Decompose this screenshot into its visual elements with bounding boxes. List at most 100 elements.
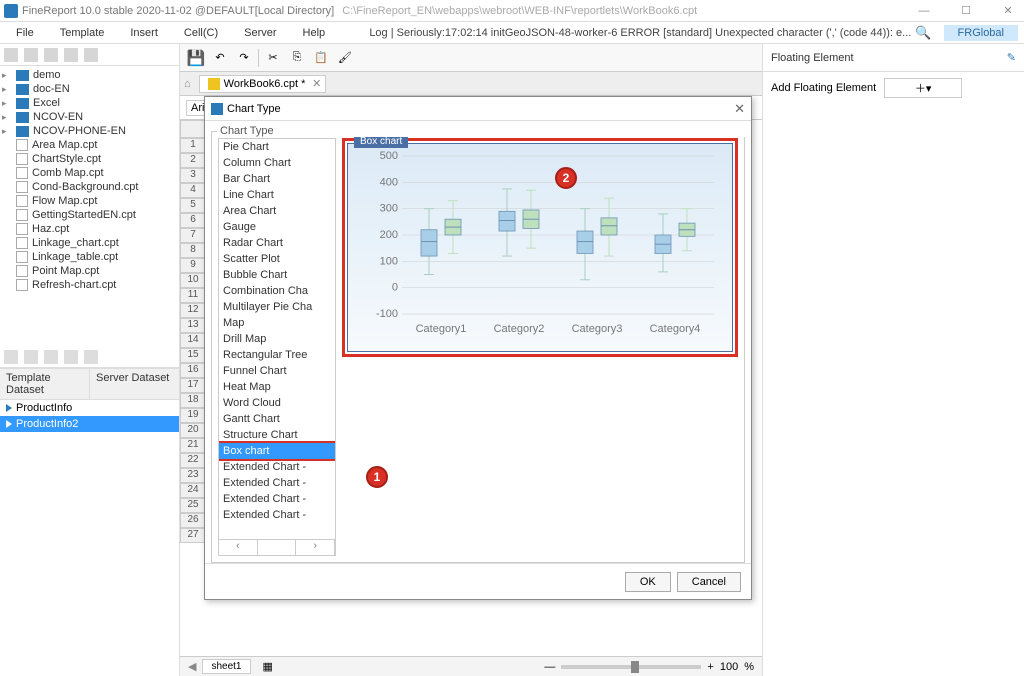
folder-icon[interactable]	[44, 48, 58, 62]
menu-template[interactable]: Template	[50, 25, 115, 41]
tree-file[interactable]: Area Map.cpt	[0, 138, 179, 152]
remove-icon[interactable]	[44, 350, 58, 364]
menu-help[interactable]: Help	[293, 25, 336, 41]
sheet-nav-prev-icon[interactable]: ◀	[188, 660, 196, 673]
sheet-tab[interactable]: sheet1	[202, 659, 250, 674]
frglobal-button[interactable]: FRGlobal	[944, 25, 1018, 41]
tabs-menu-icon[interactable]: ⌂	[180, 78, 195, 90]
chart-type-option[interactable]: Extended Chart -	[219, 459, 335, 475]
close-window-button[interactable]: ✕	[996, 1, 1020, 21]
chart-type-option[interactable]: Gauge	[219, 219, 335, 235]
chart-type-option[interactable]: Extended Chart -	[219, 475, 335, 491]
add-icon[interactable]	[4, 350, 18, 364]
tree-file[interactable]: Point Map.cpt	[0, 264, 179, 278]
tree-file[interactable]: GettingStartedEN.cpt	[0, 208, 179, 222]
tree-file[interactable]: Flow Map.cpt	[0, 194, 179, 208]
chart-type-option[interactable]: Box chart	[219, 443, 335, 459]
search-icon[interactable]: 🔍	[915, 25, 931, 41]
refresh-icon[interactable]	[84, 48, 98, 62]
dataset-item[interactable]: ProductInfo	[0, 400, 179, 416]
left-panel: ▸demo ▸doc-EN ▸Excel ▸NCOV-EN ▸NCOV-PHON…	[0, 44, 180, 676]
tree-file[interactable]: Linkage_chart.cpt	[0, 236, 179, 250]
menu-server[interactable]: Server	[234, 25, 286, 41]
chart-type-option[interactable]: Multilayer Pie Cha	[219, 299, 335, 315]
chart-type-option[interactable]: Extended Chart -	[219, 491, 335, 507]
template-dataset-tab[interactable]: Template Dataset	[0, 369, 90, 399]
chart-type-option[interactable]: Gantt Chart	[219, 411, 335, 427]
chart-type-option[interactable]: Line Chart	[219, 187, 335, 203]
app-title: FineReport 10.0 stable 2020-11-02 @DEFAU…	[22, 5, 334, 17]
svg-text:Category3: Category3	[572, 323, 623, 335]
maximize-button[interactable]: ☐	[954, 1, 978, 21]
chart-type-option[interactable]: Pie Chart	[219, 139, 335, 155]
ok-button[interactable]: OK	[625, 572, 671, 592]
chart-type-option[interactable]: Scatter Plot	[219, 251, 335, 267]
server-dataset-tab[interactable]: Server Dataset	[90, 369, 179, 399]
add-floating-button[interactable]: ＋▾	[884, 78, 962, 98]
tree-folder[interactable]: ▸Excel	[0, 96, 179, 110]
chart-type-option[interactable]: Combination Cha	[219, 283, 335, 299]
chart-type-option[interactable]: Funnel Chart	[219, 363, 335, 379]
paste2-icon[interactable]: 📋	[311, 48, 331, 68]
svg-text:Category1: Category1	[416, 323, 467, 335]
chart-type-option[interactable]: Heat Map	[219, 379, 335, 395]
svg-text:-100: -100	[376, 308, 398, 320]
open-icon[interactable]	[24, 48, 38, 62]
minimize-button[interactable]: —	[912, 1, 936, 21]
zoom-unit: %	[744, 661, 754, 673]
copy2-icon[interactable]: ⎘	[287, 48, 307, 68]
chart-type-option[interactable]: Structure Chart	[219, 427, 335, 443]
project-toolbar	[0, 44, 179, 66]
menu-insert[interactable]: Insert	[120, 25, 168, 41]
delete-icon[interactable]	[64, 48, 78, 62]
chart-type-option[interactable]: Column Chart	[219, 155, 335, 171]
brush-icon[interactable]: 🖌	[335, 48, 355, 68]
chart-type-option[interactable]: Map	[219, 315, 335, 331]
dataset-item-selected[interactable]: ProductInfo2	[0, 416, 179, 432]
edit-pencil-icon[interactable]: ✎	[1007, 51, 1016, 64]
chart-type-option[interactable]: Bar Chart	[219, 171, 335, 187]
tree-file[interactable]: ChartStyle.cpt	[0, 152, 179, 166]
close-tab-icon[interactable]: ✕	[312, 77, 321, 90]
new-icon[interactable]	[4, 48, 18, 62]
menu-bar: File Template Insert Cell(C) Server Help…	[0, 22, 1024, 44]
tree-folder[interactable]: ▸NCOV-EN	[0, 110, 179, 124]
tree-file[interactable]: Refresh-chart.cpt	[0, 278, 179, 292]
tree-file[interactable]: Cond-Background.cpt	[0, 180, 179, 194]
zoom-slider[interactable]	[561, 665, 701, 669]
list-scrollbar[interactable]: ‹›	[219, 539, 335, 555]
chart-type-option[interactable]: Drill Map	[219, 331, 335, 347]
svg-text:400: 400	[380, 176, 398, 188]
tree-file[interactable]: Haz.cpt	[0, 222, 179, 236]
chart-type-option[interactable]: Extended Chart -	[219, 507, 335, 523]
chart-type-option[interactable]: Rectangular Tree	[219, 347, 335, 363]
tree-folder[interactable]: ▸NCOV-PHONE-EN	[0, 124, 179, 138]
tree-file[interactable]: Linkage_table.cpt	[0, 250, 179, 264]
menu-file[interactable]: File	[6, 25, 44, 41]
dialog-title-bar[interactable]: Chart Type ✕	[205, 97, 751, 121]
file-tab[interactable]: WorkBook6.cpt * ✕	[199, 75, 327, 93]
svg-text:0: 0	[392, 282, 398, 294]
tree-folder[interactable]: ▸doc-EN	[0, 82, 179, 96]
chart-type-option[interactable]: Word Cloud	[219, 395, 335, 411]
dialog-close-icon[interactable]: ✕	[734, 101, 745, 117]
chart-type-option[interactable]: Bubble Chart	[219, 267, 335, 283]
chart-type-option[interactable]: Radar Chart	[219, 235, 335, 251]
sheet-tool-icon[interactable]: ▦	[263, 660, 273, 673]
menu-cell[interactable]: Cell(C)	[174, 25, 228, 41]
copy-icon[interactable]	[64, 350, 78, 364]
edit-icon[interactable]	[24, 350, 38, 364]
main-toolbar: 💾 ↶ ↷ ✂ ⎘ 📋 🖌	[180, 44, 762, 72]
save-icon[interactable]: 💾	[186, 48, 206, 68]
tree-folder[interactable]: ▸demo	[0, 68, 179, 82]
log-message: Log | Seriously:17:02:14 initGeoJSON-48-…	[369, 25, 931, 41]
paste-icon[interactable]	[84, 350, 98, 364]
cut-icon[interactable]: ✂	[263, 48, 283, 68]
undo-icon[interactable]: ↶	[210, 48, 230, 68]
redo-icon[interactable]: ↷	[234, 48, 254, 68]
tree-file[interactable]: Comb Map.cpt	[0, 166, 179, 180]
svg-text:200: 200	[380, 229, 398, 241]
chart-type-option[interactable]: Area Chart	[219, 203, 335, 219]
cancel-button[interactable]: Cancel	[677, 572, 741, 592]
chart-type-list[interactable]: Pie ChartColumn ChartBar ChartLine Chart…	[218, 138, 336, 556]
